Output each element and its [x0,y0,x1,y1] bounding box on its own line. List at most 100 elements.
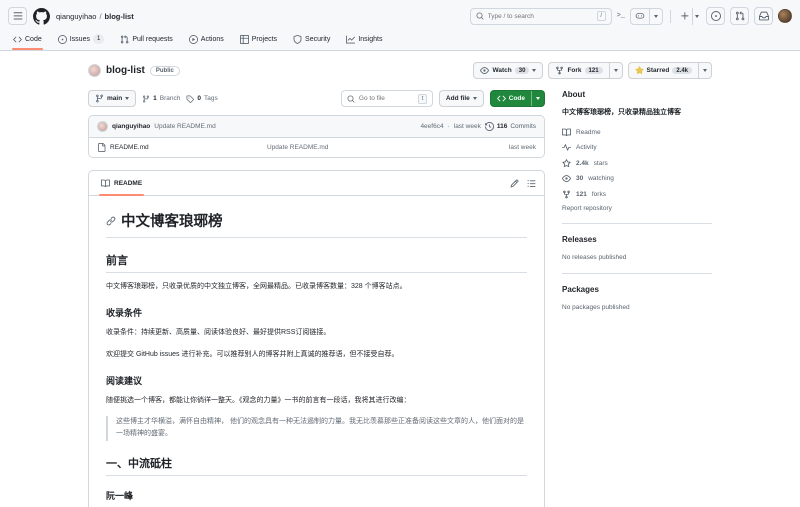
file-commit-message[interactable]: Update README.md [267,144,509,151]
submit-text: 欢迎提交 GitHub issues 进行补充。可以推荐别人的博客并附上真诚的推… [106,350,399,358]
quote-block: 这些博主才华横溢，满怀自由精神， 他们的观念具有一种无法遏制的力量。我无比羡慕那… [106,416,527,441]
your-issues-button[interactable] [706,7,725,25]
commit-author-avatar[interactable] [97,121,108,132]
tab-projects[interactable]: Projects [235,31,282,50]
repo-sidebar: About 中文博客琅琊榜，只收录精品独立博客 Readme Activity … [562,88,712,312]
code-toolbar: main 1 Branch 0 Tags t [88,88,545,115]
copilot-dropdown[interactable] [649,8,662,24]
repo-forked-icon [563,190,570,198]
hamburger-menu-button[interactable] [8,7,27,25]
chevron-down-icon [532,69,537,72]
add-file-button[interactable]: Add file [438,90,484,107]
book-icon [101,179,110,187]
sidebar-activity-link[interactable]: Activity [562,143,712,152]
tab-issues[interactable]: Issues 1 [53,30,110,50]
repo-title[interactable]: blog-list [106,65,145,76]
breadcrumb-owner[interactable]: qianguyihao [56,12,96,21]
plus-icon [681,12,689,20]
tab-label: Code [25,36,42,43]
create-new-button[interactable] [678,7,701,25]
fork-label: Fork [567,67,582,74]
commits-count-number: 116 [496,123,508,130]
commit-sha[interactable]: 4eef6c4 [420,123,443,130]
branch-selector[interactable]: main [88,90,137,107]
watch-button[interactable]: Watch 30 [473,62,544,79]
report-repository-link[interactable]: Report repository [562,205,712,212]
file-name[interactable]: README.md [110,144,149,151]
code-dropdown[interactable] [531,91,544,106]
repo-description: 中文博客琅琊榜，只收录精品独立博客 [562,109,681,116]
fork-button[interactable]: Fork 121 [548,62,623,79]
list-unordered-icon[interactable] [527,179,536,188]
code-button-label: Code [508,95,525,102]
chevron-down-icon [613,69,618,72]
sidebar-item-label: Activity [576,144,597,151]
go-to-file-field[interactable] [358,95,411,102]
repo-header: blog-list Public Watch 30 Fork 121 Starr… [88,51,712,88]
breadcrumb-repo[interactable]: blog-list [105,12,134,21]
tab-pull-requests[interactable]: Pull requests [115,31,177,50]
copilot-button[interactable] [630,7,663,25]
releases-empty-text: No releases published [562,254,627,261]
blogger1-heading: 阮一峰 [106,490,134,501]
readme-title: 中文博客琅琊榜 [106,210,527,238]
tab-security[interactable]: Security [288,31,335,50]
tags-count: 0 [197,95,202,102]
watch-label: Watch [492,67,512,74]
tab-label: Security [305,36,331,43]
repo-owner-avatar[interactable] [88,64,101,77]
chevron-down-icon [472,97,477,100]
readme-tab[interactable]: README [97,171,146,196]
go-to-file-input[interactable]: t [340,90,433,107]
watch-count: 30 [514,67,530,74]
watching-count: 30 [576,175,584,182]
user-avatar[interactable] [778,9,792,23]
commit-history-link[interactable]: 116 Commits [484,122,536,131]
releases-heading: Releases [562,235,597,244]
git-pull-request-icon [735,11,744,21]
sidebar-divider [562,273,712,275]
branches-link[interactable]: 1 Branch [142,95,180,103]
commit-author[interactable]: qianguyihao [112,123,150,130]
tab-actions[interactable]: Actions [184,31,229,50]
inbox-button[interactable] [754,7,773,25]
tab-insights[interactable]: Insights [341,31,387,50]
search-field[interactable] [487,12,568,20]
sidebar-watching-link[interactable]: 30 watching [562,174,712,183]
sidebar-stars-link[interactable]: 2.4k stars [562,158,712,168]
command-palette-icon[interactable]: >_ [617,12,625,20]
your-pull-requests-button[interactable] [730,7,749,25]
criteria-text: 收录条件：持续更新、高质量、阅读体验良好、最好提供RSS订阅链接。 [106,329,331,337]
sidebar-readme-link[interactable]: Readme [562,128,712,137]
repo-nav-tabs: Code Issues 1 Pull requests Actions Proj… [8,27,792,50]
github-logo[interactable] [33,7,50,25]
issue-opened-icon [710,11,721,21]
star-count: 2.4k [672,67,692,74]
tags-link[interactable]: 0 Tags [186,95,218,103]
star-fill-icon [634,66,644,75]
star-button[interactable]: Starred 2.4k [627,62,712,79]
criteria-heading: 收录条件 [106,308,143,319]
fork-dropdown[interactable] [608,63,622,78]
star-dropdown[interactable] [698,63,711,78]
issues-count-badge: 1 [92,34,105,44]
commit-message[interactable]: Update README.md [154,123,215,130]
code-download-button[interactable]: Code [489,90,545,107]
commit-separator: · [447,123,450,130]
file-row-readme[interactable]: README.md Update README.md last week [89,138,544,157]
advice-heading: 阅读建议 [106,375,143,386]
table-icon [239,35,249,44]
tab-code[interactable]: Code [8,31,47,50]
branches-label: Branch [159,95,181,102]
sidebar-forks-link[interactable]: 121 forks [562,190,712,199]
breadcrumb: qianguyihao / blog-list [56,12,134,21]
pencil-icon[interactable] [510,179,519,188]
file-commit-time: last week [508,144,536,151]
repo-forked-icon [556,66,564,75]
global-search-input[interactable]: / [469,7,612,25]
link-icon[interactable] [106,216,116,226]
commit-time: last week [453,123,481,130]
code-icon [496,95,506,102]
three-bars-icon [13,12,22,20]
issue-opened-icon [57,34,67,44]
